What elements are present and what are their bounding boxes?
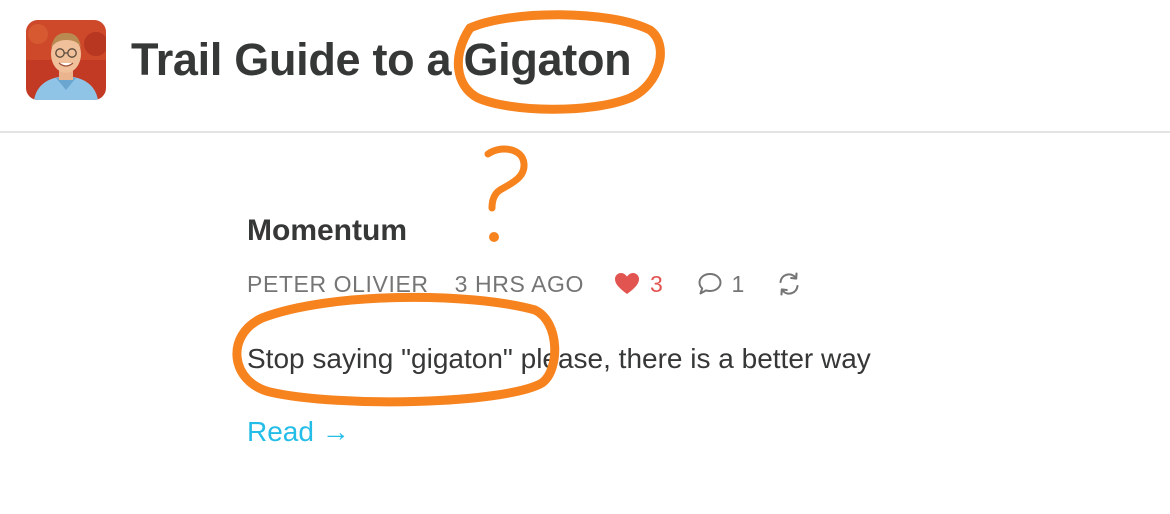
publication-avatar[interactable] — [26, 20, 106, 100]
publication-title[interactable]: Trail Guide to a Gigaton — [131, 32, 632, 88]
post-title[interactable]: Momentum — [247, 213, 407, 249]
comment-count: 1 — [731, 270, 745, 297]
page: Trail Guide to a Gigaton Momentum PETER … — [0, 0, 1170, 514]
question-mark-stroke — [484, 145, 528, 212]
post-date: 3 HRS AGO — [454, 270, 585, 297]
post-meta: PETER OLIVIER 3 HRS AGO 3 1 — [247, 266, 803, 302]
comment-button[interactable]: 1 — [697, 271, 744, 298]
like-button[interactable]: 3 — [614, 271, 663, 298]
like-count: 3 — [650, 270, 664, 297]
read-link[interactable]: Read → — [247, 414, 350, 450]
author-photo-icon — [26, 20, 106, 100]
restack-button[interactable] — [775, 270, 803, 298]
heart-icon — [615, 273, 640, 294]
publication-header: Trail Guide to a Gigaton — [0, 0, 1170, 133]
restack-icon — [779, 272, 799, 296]
comment-bubble-icon — [698, 273, 722, 295]
post-author[interactable]: PETER OLIVIER — [247, 271, 429, 298]
post-subtitle[interactable]: Stop saying "gigaton" please, there is a… — [247, 341, 871, 377]
question-mark-dot — [489, 232, 499, 242]
